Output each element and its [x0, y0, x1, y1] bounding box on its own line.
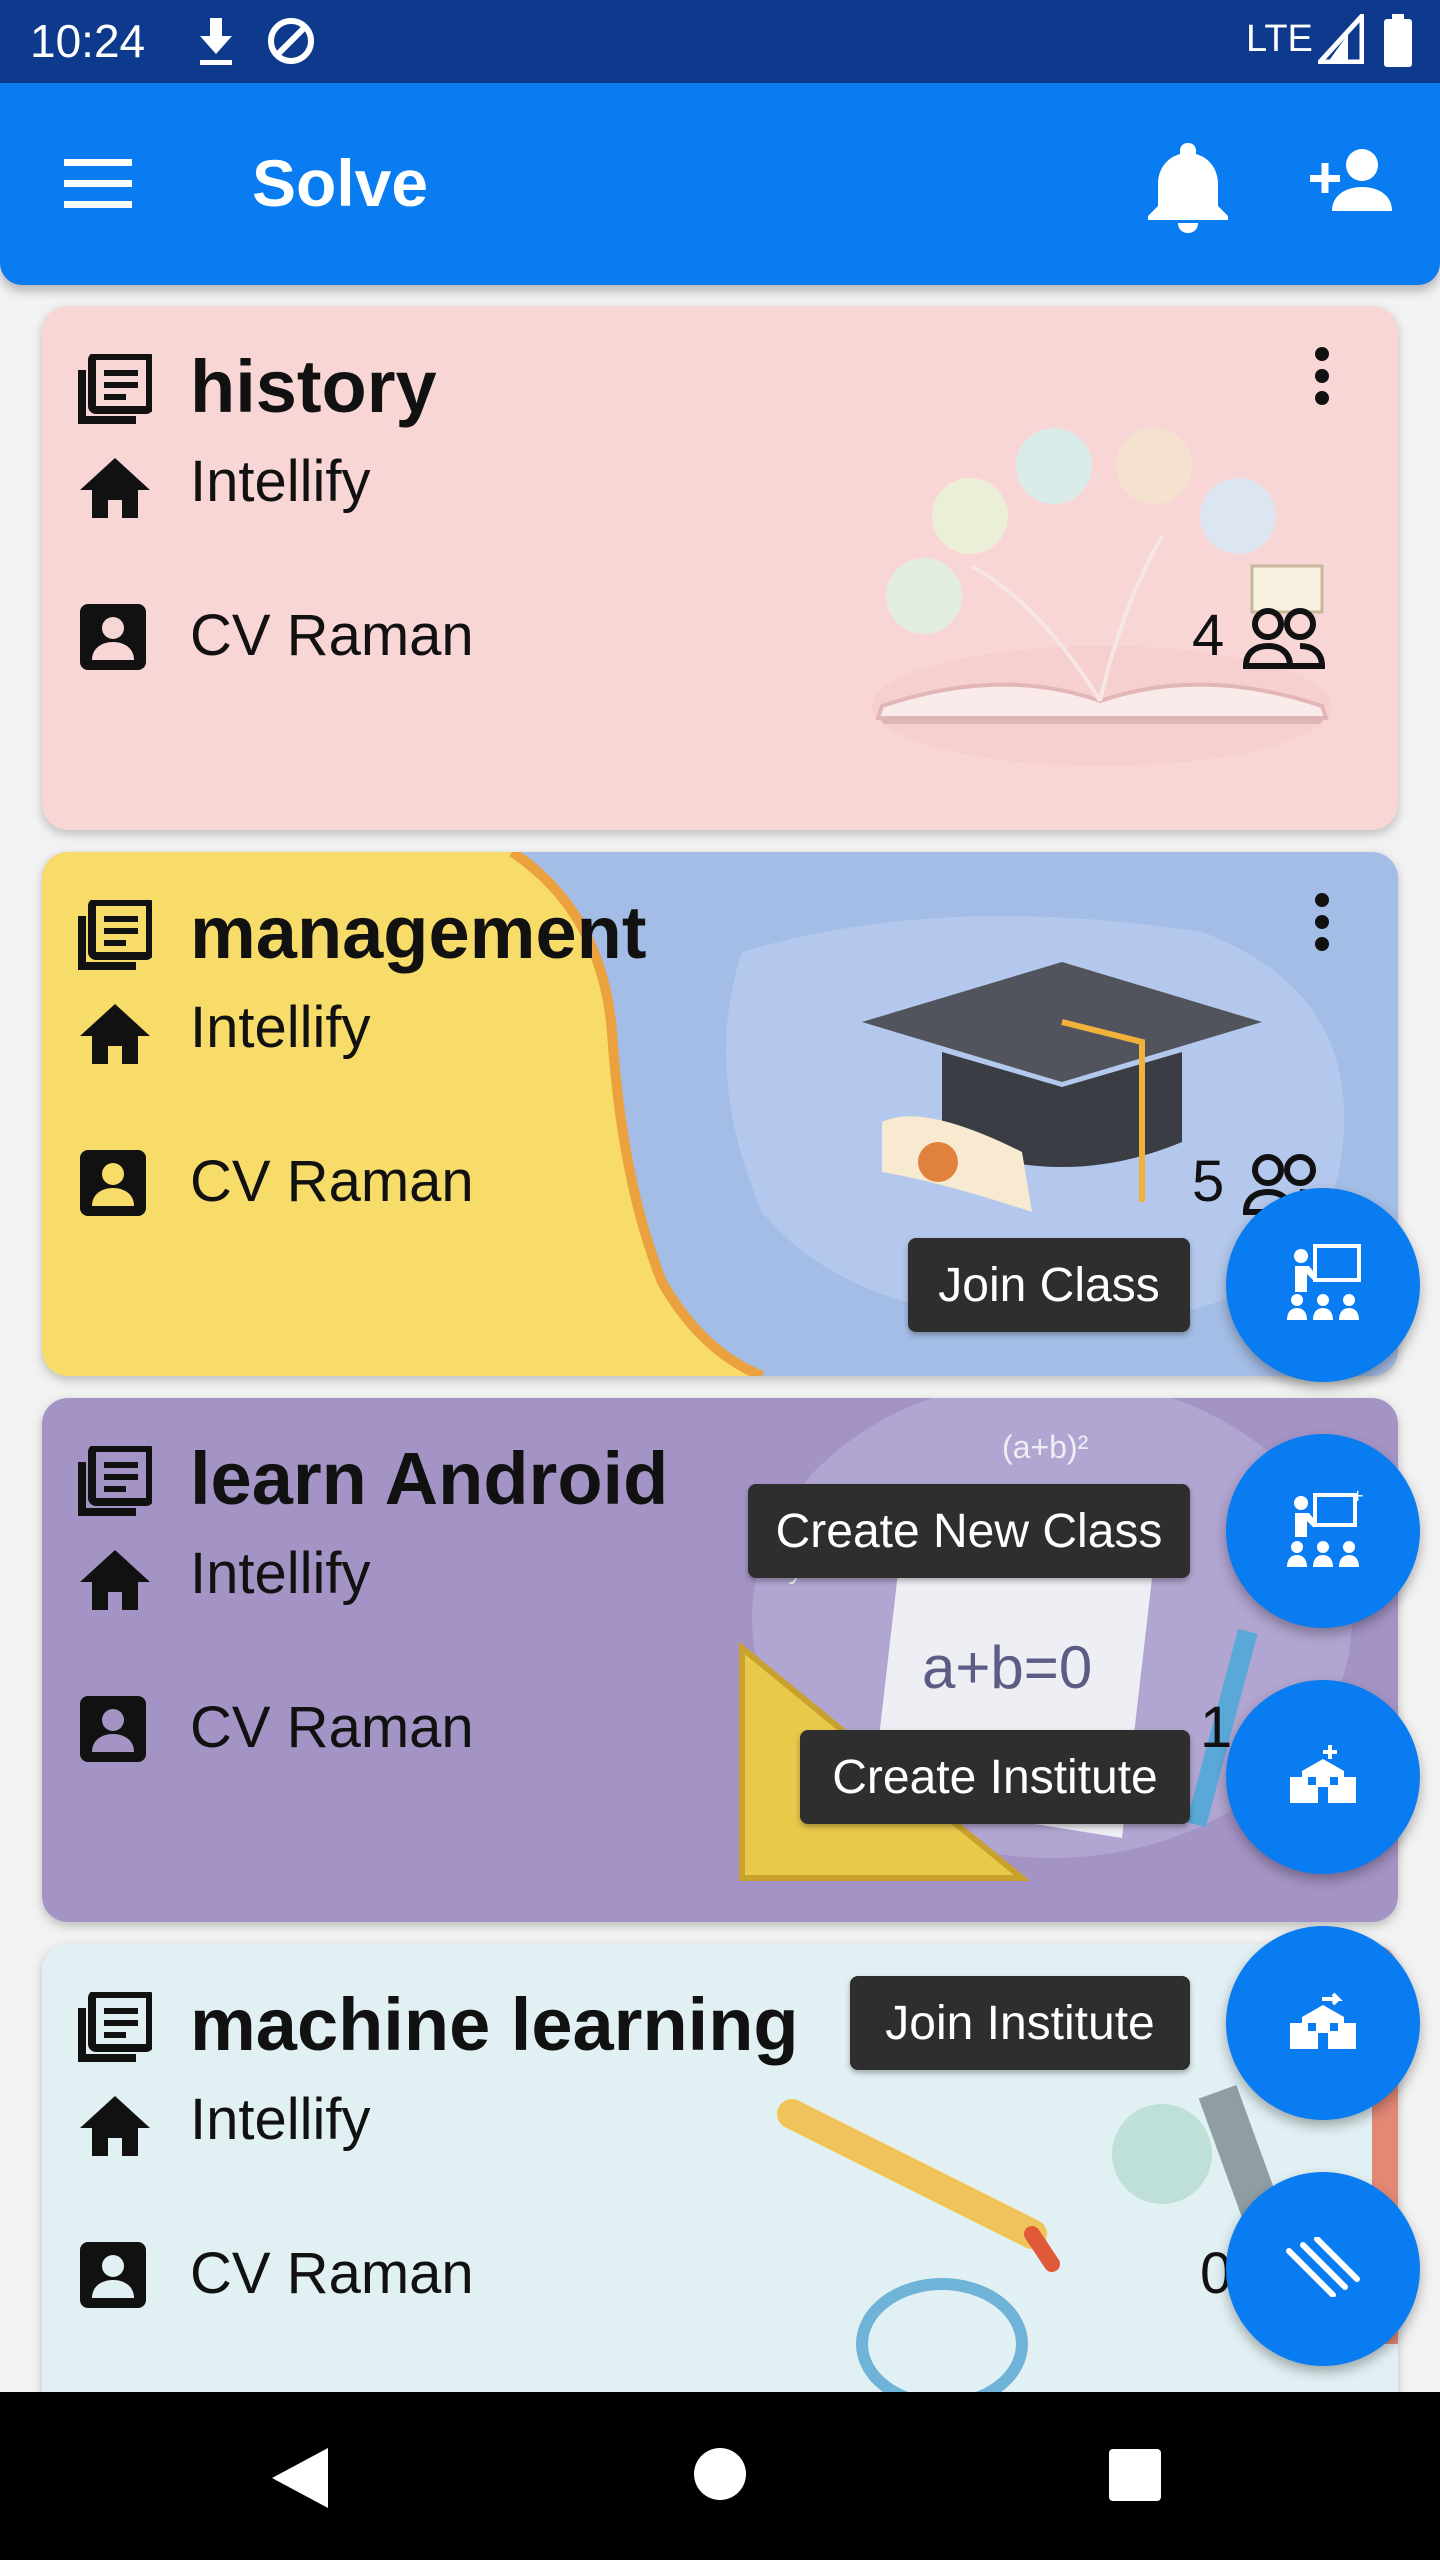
- create-new-class-fab[interactable]: +: [1226, 1434, 1420, 1628]
- app-bar: Solve: [0, 83, 1440, 285]
- join-class-fab[interactable]: [1226, 1188, 1420, 1382]
- home-icon: [78, 1548, 152, 1617]
- formula-text: (a+b)²: [1002, 1429, 1089, 1465]
- recents-nav-icon[interactable]: [1108, 2448, 1162, 2507]
- home-icon: [78, 2094, 152, 2163]
- close-fab-button[interactable]: [1226, 2172, 1420, 2366]
- class-card-history[interactable]: history Intellify CV Raman 4: [42, 306, 1398, 830]
- home-icon: [78, 456, 152, 525]
- more-options-icon[interactable]: [1312, 892, 1332, 957]
- class-institute: Intellify: [190, 2087, 371, 2152]
- class-book-icon: [78, 898, 154, 975]
- system-nav-bar: [0, 2392, 1440, 2560]
- create-institute-fab[interactable]: [1226, 1680, 1420, 1874]
- class-card-management[interactable]: management Intellify CV Raman 5: [42, 852, 1398, 1376]
- class-title: machine learning: [190, 1983, 799, 2066]
- download-icon: [196, 14, 236, 73]
- status-bar: 10:24 LTE: [0, 0, 1440, 83]
- notifications-bell-icon[interactable]: [1138, 139, 1238, 240]
- join-class-label[interactable]: Join Class: [908, 1238, 1190, 1332]
- class-owner: CV Raman: [190, 2241, 474, 2306]
- class-institute: Intellify: [190, 995, 371, 1060]
- class-book-icon: [78, 1444, 154, 1521]
- member-count: 1: [1200, 1695, 1233, 1760]
- create-institute-label[interactable]: Create Institute: [800, 1730, 1190, 1824]
- member-count: 5: [1192, 1149, 1225, 1214]
- class-institute: Intellify: [190, 1541, 371, 1606]
- class-title: history: [190, 345, 437, 428]
- close-fab-icon: [1283, 2235, 1363, 2302]
- member-count: 4: [1192, 603, 1225, 668]
- home-nav-icon[interactable]: [692, 2446, 748, 2507]
- contact-card-icon: [78, 1694, 148, 1769]
- school-add-icon: [1288, 1744, 1358, 1810]
- class-card-machine-learning[interactable]: machine learning Intellify CV Raman 0: [42, 1944, 1398, 2468]
- network-type: LTE: [1246, 18, 1313, 60]
- add-person-icon[interactable]: [1310, 147, 1394, 218]
- class-card-learn-android[interactable]: a+b=0 (a+b)² x+y=? learn Android Intelli…: [42, 1398, 1398, 1922]
- join-institute-label[interactable]: Join Institute: [850, 1976, 1190, 2070]
- signal-icon: [1314, 9, 1365, 69]
- people-icon: [1242, 602, 1326, 677]
- menu-icon[interactable]: [64, 159, 132, 214]
- class-title: learn Android: [190, 1437, 669, 1520]
- school-join-icon: [1288, 1991, 1358, 2056]
- back-nav-icon[interactable]: [270, 2446, 330, 2515]
- contact-card-icon: [78, 2240, 148, 2315]
- teacher-class-add-icon: +: [1281, 1486, 1365, 1574]
- battery-icon: [1384, 14, 1412, 73]
- class-book-icon: [78, 352, 154, 429]
- class-owner: CV Raman: [190, 1149, 474, 1214]
- class-title: management: [190, 891, 647, 974]
- status-time: 10:24: [30, 15, 146, 67]
- join-institute-fab[interactable]: [1226, 1926, 1420, 2120]
- formula-text: a+b=0: [922, 1634, 1092, 1701]
- contact-card-icon: [78, 1148, 148, 1223]
- class-owner: CV Raman: [190, 1695, 474, 1760]
- data-saver-icon: [264, 14, 318, 73]
- contact-card-icon: [78, 602, 148, 677]
- class-institute: Intellify: [190, 449, 371, 514]
- teacher-class-icon: [1281, 1243, 1365, 1327]
- more-options-icon[interactable]: [1312, 346, 1332, 411]
- page-title: Solve: [252, 146, 429, 220]
- svg-text:+: +: [1351, 1489, 1364, 1505]
- class-owner: CV Raman: [190, 603, 474, 668]
- home-icon: [78, 1002, 152, 1071]
- class-book-icon: [78, 1990, 154, 2067]
- create-new-class-label[interactable]: Create New Class: [748, 1484, 1190, 1578]
